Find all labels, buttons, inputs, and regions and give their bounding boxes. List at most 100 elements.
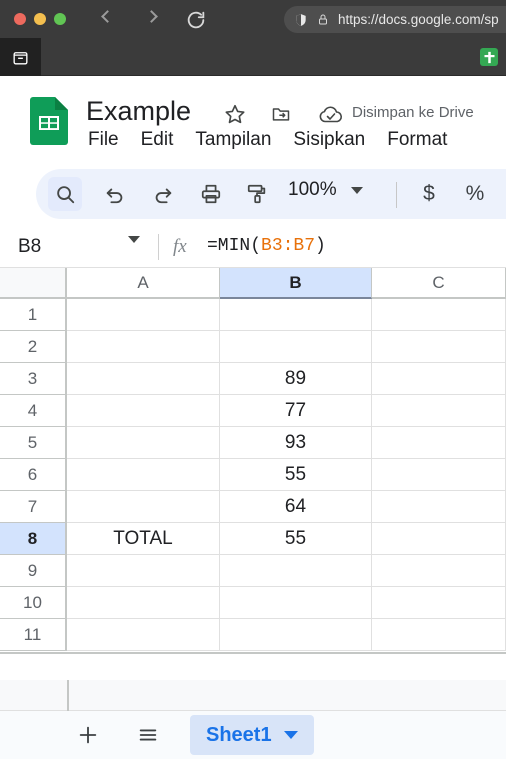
cell-b8[interactable]: 55 <box>220 523 372 555</box>
currency-format-button[interactable]: $ <box>414 178 444 210</box>
all-sheets-button[interactable] <box>130 717 166 753</box>
row-header-7[interactable]: 7 <box>0 491 67 523</box>
cell-c11[interactable] <box>372 619 506 651</box>
cell-c8[interactable] <box>372 523 506 555</box>
cell-a11[interactable] <box>67 619 220 651</box>
cell-b9[interactable] <box>220 555 372 587</box>
cell-a6[interactable] <box>67 459 220 491</box>
row-header-5[interactable]: 5 <box>0 427 67 459</box>
row-header-9[interactable]: 9 <box>0 555 67 587</box>
move-to-folder-icon[interactable] <box>270 104 292 124</box>
menu-edit[interactable]: Edit <box>141 129 174 151</box>
cell-a1[interactable] <box>67 299 220 331</box>
cell-a10[interactable] <box>67 587 220 619</box>
window-traffic-lights <box>14 13 66 25</box>
toolbar: 100% $ % <box>0 166 506 226</box>
formula-input[interactable]: =MIN(B3:B7) <box>207 236 326 256</box>
sheet-tab-label: Sheet1 <box>206 723 272 746</box>
cell-b3[interactable]: 89 <box>220 363 372 395</box>
select-all-corner[interactable] <box>0 268 67 299</box>
menu-insert[interactable]: Sisipkan <box>293 129 365 151</box>
cell-b2[interactable] <box>220 331 372 363</box>
hamburger-menu-icon <box>139 729 157 741</box>
cell-b10[interactable] <box>220 587 372 619</box>
row-header-4[interactable]: 4 <box>0 395 67 427</box>
column-header-b[interactable]: B <box>220 268 372 299</box>
row-header-10[interactable]: 10 <box>0 587 67 619</box>
cell-a2[interactable] <box>67 331 220 363</box>
zoom-value: 100% <box>288 179 337 200</box>
chevron-right-icon <box>145 10 158 23</box>
formula-range-ref: B3:B7 <box>261 236 316 256</box>
row-header-1[interactable]: 1 <box>0 299 67 331</box>
back-button[interactable] <box>98 8 118 30</box>
close-window-button[interactable] <box>14 13 26 25</box>
cell-b11[interactable] <box>220 619 372 651</box>
cell-a5[interactable] <box>67 427 220 459</box>
search-button[interactable] <box>48 177 82 211</box>
undo-icon <box>106 188 123 204</box>
cell-c7[interactable] <box>372 491 506 523</box>
cell-b7[interactable]: 64 <box>220 491 372 523</box>
save-status-text: Disimpan ke Drive <box>352 104 474 121</box>
percent-format-button[interactable]: % <box>460 178 490 210</box>
row-header-8[interactable]: 8 <box>0 523 67 555</box>
paint-format-button[interactable] <box>240 177 274 211</box>
sheets-extension-icon[interactable] <box>480 48 498 66</box>
cell-b4[interactable]: 77 <box>220 395 372 427</box>
fx-icon: fx <box>173 236 187 257</box>
cell-b5[interactable]: 93 <box>220 427 372 459</box>
frozen-pane-divider <box>67 680 69 711</box>
zoom-selector[interactable]: 100% <box>288 179 363 201</box>
column-header-c[interactable]: C <box>372 268 506 299</box>
cell-c5[interactable] <box>372 427 506 459</box>
spreadsheet-grid[interactable]: A B C 1 2 3 4 5 6 7 8 9 10 11 TOTAL 89 7… <box>0 268 506 680</box>
url-text: https://docs.google.com/sp <box>338 12 499 27</box>
cell-c1[interactable] <box>372 299 506 331</box>
maximize-window-button[interactable] <box>54 13 66 25</box>
row-header-2[interactable]: 2 <box>0 331 67 363</box>
cell-a8[interactable]: TOTAL <box>67 523 220 555</box>
reload-button[interactable] <box>185 9 207 31</box>
minimize-window-button[interactable] <box>34 13 46 25</box>
cell-c9[interactable] <box>372 555 506 587</box>
row-header-3[interactable]: 3 <box>0 363 67 395</box>
chevron-down-icon <box>350 186 363 194</box>
column-header-a[interactable]: A <box>67 268 220 299</box>
shield-icon <box>296 13 306 26</box>
cell-a9[interactable] <box>67 555 220 587</box>
star-icon[interactable] <box>224 103 246 125</box>
chevron-down-icon[interactable] <box>283 731 298 739</box>
row-header-11[interactable]: 11 <box>0 619 67 651</box>
cell-c3[interactable] <box>372 363 506 395</box>
menu-view[interactable]: Tampilan <box>195 129 271 151</box>
print-button[interactable] <box>194 177 228 211</box>
address-bar[interactable]: https://docs.google.com/sp <box>284 6 506 33</box>
screenshot-root: https://docs.google.com/sp Example Disim… <box>0 0 506 759</box>
redo-button[interactable] <box>146 177 180 211</box>
cell-a4[interactable] <box>67 395 220 427</box>
redo-icon <box>155 188 172 204</box>
add-sheet-button[interactable] <box>70 717 106 753</box>
document-title[interactable]: Example <box>86 96 191 127</box>
google-sheets-logo-icon <box>30 97 68 145</box>
cell-c6[interactable] <box>372 459 506 491</box>
sheet-tab-sheet1[interactable]: Sheet1 <box>190 715 314 755</box>
name-box[interactable]: B8 <box>18 236 41 258</box>
cell-b6[interactable]: 55 <box>220 459 372 491</box>
cell-a3[interactable] <box>67 363 220 395</box>
cell-a7[interactable] <box>67 491 220 523</box>
cell-c4[interactable] <box>372 395 506 427</box>
cell-c10[interactable] <box>372 587 506 619</box>
row-header-6[interactable]: 6 <box>0 459 67 491</box>
horizontal-scroll-area[interactable] <box>0 680 506 711</box>
cell-b1[interactable] <box>220 299 372 331</box>
forward-button[interactable] <box>144 8 164 30</box>
menu-format[interactable]: Format <box>387 129 447 151</box>
formula-bar: B8 fx =MIN(B3:B7) <box>0 226 506 268</box>
name-box-dropdown[interactable] <box>128 236 140 261</box>
cell-c2[interactable] <box>372 331 506 363</box>
undo-button[interactable] <box>98 177 132 211</box>
menu-file[interactable]: File <box>88 129 119 151</box>
browser-tab[interactable] <box>0 38 41 76</box>
